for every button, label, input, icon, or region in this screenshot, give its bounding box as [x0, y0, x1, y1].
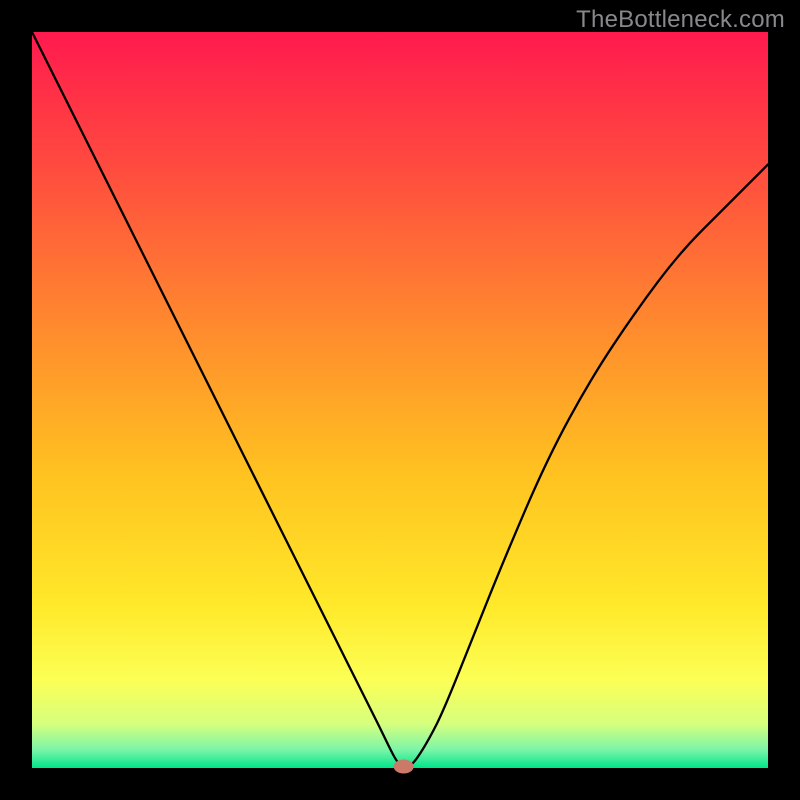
- watermark-text: TheBottleneck.com: [576, 6, 785, 34]
- optimal-point-marker: [394, 760, 414, 774]
- chart-plot-area: [32, 32, 768, 768]
- chart-frame: TheBottleneck.com: [0, 0, 800, 800]
- bottleneck-chart: [0, 0, 800, 800]
